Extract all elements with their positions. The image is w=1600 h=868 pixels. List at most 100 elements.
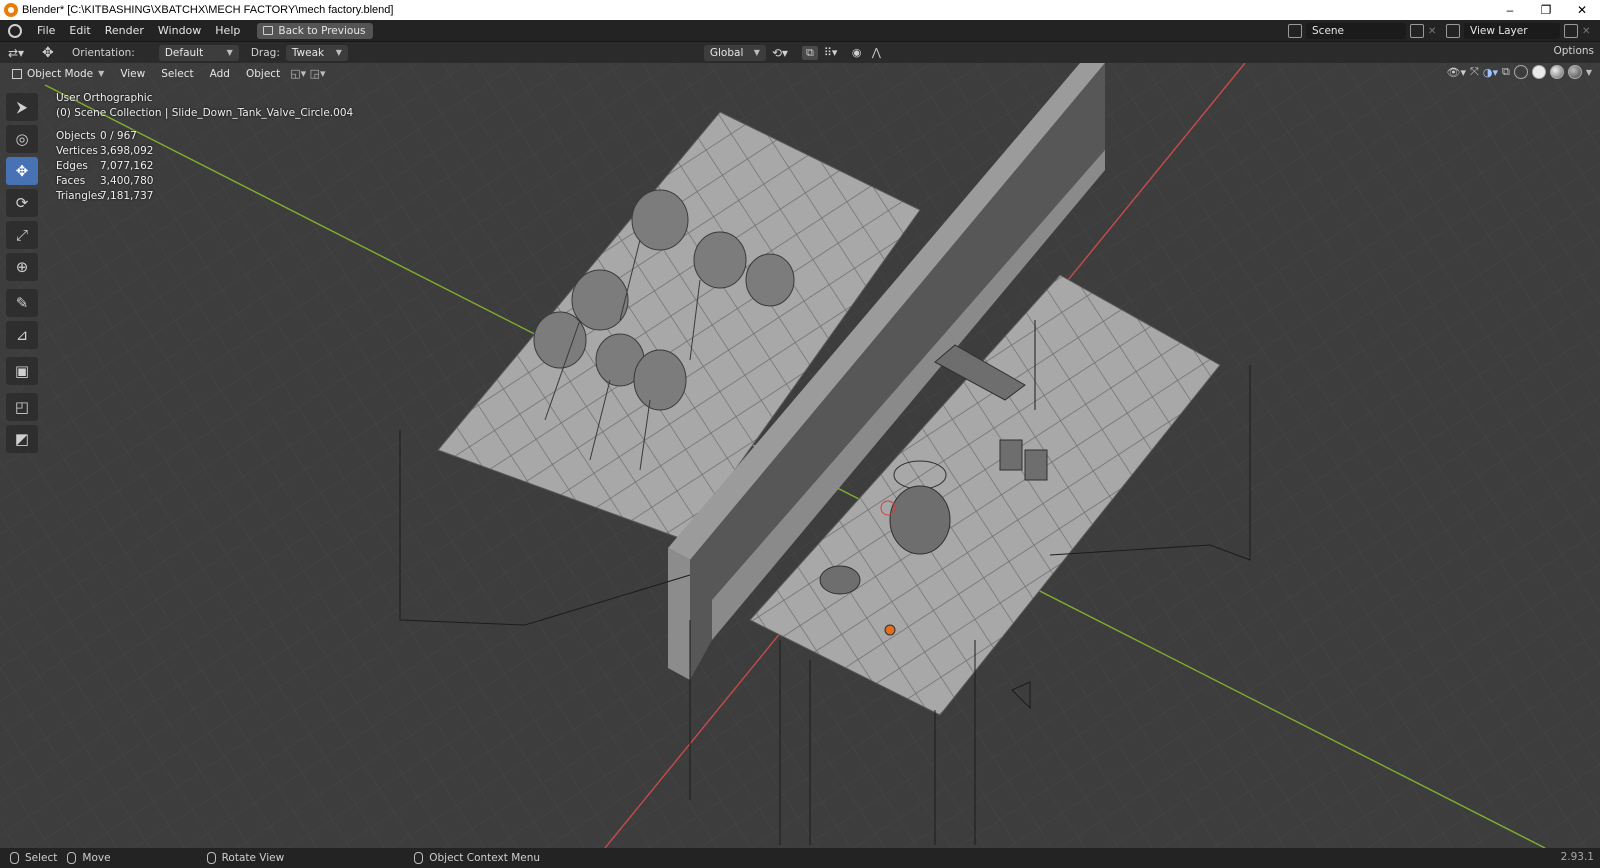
toolbar: ⮞ ◎ ✥ ⟳ ⤢ ⊕ ✎ ⊿ ▣ ◰ ◩ [6, 93, 40, 453]
view-layer-icon[interactable] [1446, 24, 1460, 38]
back-to-previous-button[interactable]: Back to Previous [257, 22, 374, 39]
mouse-middle-icon [206, 852, 216, 864]
active-collection: (0) Scene Collection | Slide_Down_Tank_V… [56, 107, 354, 119]
chevron-down-icon: ▼ [98, 69, 105, 78]
object-mode-dropdown[interactable]: Object Mode ▼ [6, 65, 111, 82]
options-dropdown[interactable]: Options [1553, 45, 1594, 57]
viewport-header: Object Mode ▼ View Select Add Object ◱▾ … [0, 63, 1600, 84]
overlays-icon[interactable]: ◑▾ [1483, 66, 1498, 79]
chevron-down-icon: ▼ [226, 48, 233, 57]
back-to-previous-label: Back to Previous [278, 24, 366, 37]
close-button[interactable]: ✕ [1564, 0, 1600, 20]
move-tool-icon: ✥ [42, 44, 54, 61]
extra-tool-2-icon[interactable]: ◩ [6, 425, 38, 453]
select-cursor-icon[interactable]: ⮞ [6, 93, 38, 121]
stat-label: Triangles [56, 190, 103, 202]
window-titlebar: Blender* [C:\KITBASHING\XBATCHX\MECH FAC… [0, 0, 1600, 20]
stat-label: Vertices [56, 145, 98, 157]
shading-controls: 👁▾ ⤧ ◑▾ ⧉ ▼ [1447, 65, 1592, 79]
extra-tool-1-icon[interactable]: ◰ [6, 393, 38, 421]
stat-value: 0 / 967 [100, 130, 137, 142]
chevron-down-icon: ▼ [335, 48, 342, 57]
status-move: Move [67, 852, 111, 864]
annotate-icon[interactable]: ✎ [6, 289, 38, 317]
view-layer-field[interactable]: View Layer [1464, 23, 1560, 39]
wall-front [668, 548, 690, 680]
blender-logo-icon [4, 3, 18, 17]
status-context-label: Object Context Menu [429, 852, 541, 864]
shading-options-chevron-icon[interactable]: ▼ [1586, 68, 1592, 77]
menu-render[interactable]: Render [98, 20, 151, 42]
move-icon[interactable]: ✥ [6, 157, 38, 185]
menu-file[interactable]: File [30, 20, 62, 42]
scene-icon[interactable] [1288, 24, 1302, 38]
stat-label: Objects [56, 130, 96, 142]
add-cube-icon[interactable]: ▣ [6, 357, 38, 385]
scene-selector-area: Scene ✕ View Layer ✕ [1288, 20, 1600, 42]
scene-statistics: Objects 0 / 967 Vertices 3,698,092 Edges… [56, 129, 353, 204]
chevron-down-icon: ▼ [753, 48, 760, 57]
orientation-value: Default [164, 46, 204, 59]
blender-menu-icon[interactable] [8, 23, 22, 38]
stat-value: 3,698,092 [100, 145, 154, 157]
cursor-icon[interactable]: ◎ [6, 125, 38, 153]
transform-icon[interactable]: ⊕ [6, 253, 38, 281]
stat-value: 7,181,737 [100, 190, 154, 202]
mouse-right-icon [414, 852, 424, 864]
scene-field[interactable]: Scene [1306, 23, 1406, 39]
snap-target-icon[interactable]: ⠿▾ [824, 46, 846, 59]
new-view-layer-icon[interactable] [1564, 24, 1578, 38]
measure-icon[interactable]: ⊿ [6, 321, 38, 349]
visibility-icon[interactable]: 👁▾ [1447, 66, 1467, 79]
status-select: Select [10, 852, 57, 864]
top-menubar: File Edit Render Window Help Back to Pre… [0, 20, 1600, 42]
wireframe-shading-icon[interactable] [1513, 65, 1528, 79]
transform-affect-icon[interactable]: ◱▾ ◲▾ [290, 67, 325, 80]
tool-settings-icon[interactable]: ⇄▾ [8, 46, 36, 60]
remove-scene-icon[interactable]: ✕ [1428, 26, 1442, 37]
falloff-icon[interactable]: ⋀ [872, 46, 890, 59]
minimize-button[interactable]: – [1492, 0, 1528, 20]
rotate-icon[interactable]: ⟳ [6, 189, 38, 217]
stat-value: 7,077,162 [100, 160, 154, 172]
transform-orientation-value: Global [709, 46, 744, 59]
maximize-button[interactable]: ❐ [1528, 0, 1564, 20]
viewport-menu-view[interactable]: View [114, 68, 151, 80]
pivot-point-icon[interactable]: ⟲▾ [772, 46, 796, 60]
viewport-menu-add[interactable]: Add [204, 68, 236, 80]
viewport-menu-object[interactable]: Object [240, 68, 286, 80]
orientation-label: Orientation: [72, 46, 135, 59]
stat-label: Edges [56, 160, 88, 172]
gizmo-icon[interactable]: ⤧ [1470, 65, 1479, 79]
orientation-dropdown[interactable]: Default ▼ [158, 44, 239, 61]
snap-toggle-icon[interactable]: ⧉ [801, 45, 818, 60]
status-move-label: Move [82, 852, 111, 864]
stat-value: 3,400,780 [100, 175, 154, 187]
xray-icon[interactable]: ⧉ [1502, 65, 1510, 79]
menu-window[interactable]: Window [151, 20, 208, 42]
rendered-shading-icon[interactable] [1567, 65, 1582, 79]
remove-view-layer-icon[interactable]: ✕ [1582, 26, 1600, 37]
drag-value: Tweak [291, 46, 325, 59]
viewport-menu-select[interactable]: Select [155, 68, 199, 80]
transform-orientation-dropdown[interactable]: Global ▼ [703, 44, 766, 61]
version-label: 2.93.1 [1560, 851, 1594, 863]
solid-shading-icon[interactable] [1531, 65, 1546, 79]
proportional-edit-icon[interactable]: ◉ [852, 46, 866, 59]
scale-icon[interactable]: ⤢ [6, 221, 38, 249]
object-mode-icon [12, 68, 22, 79]
menu-help[interactable]: Help [208, 20, 247, 42]
drag-dropdown[interactable]: Tweak ▼ [285, 44, 348, 61]
tool-header: ⇄▾ ✥ Orientation: Default ▼ Drag: Tweak … [0, 42, 1600, 63]
view-name: User Orthographic [56, 92, 153, 104]
status-rotate: Rotate View [206, 852, 284, 864]
window-title: Blender* [C:\KITBASHING\XBATCHX\MECH FAC… [22, 4, 394, 16]
screen-icon [263, 26, 274, 35]
drag-label: Drag: [250, 46, 280, 59]
object-mode-label: Object Mode [27, 67, 94, 80]
mouse-drag-icon [67, 852, 77, 864]
status-select-label: Select [25, 852, 58, 864]
menu-edit[interactable]: Edit [62, 20, 97, 42]
new-scene-icon[interactable] [1410, 24, 1424, 38]
material-preview-icon[interactable] [1549, 65, 1564, 79]
